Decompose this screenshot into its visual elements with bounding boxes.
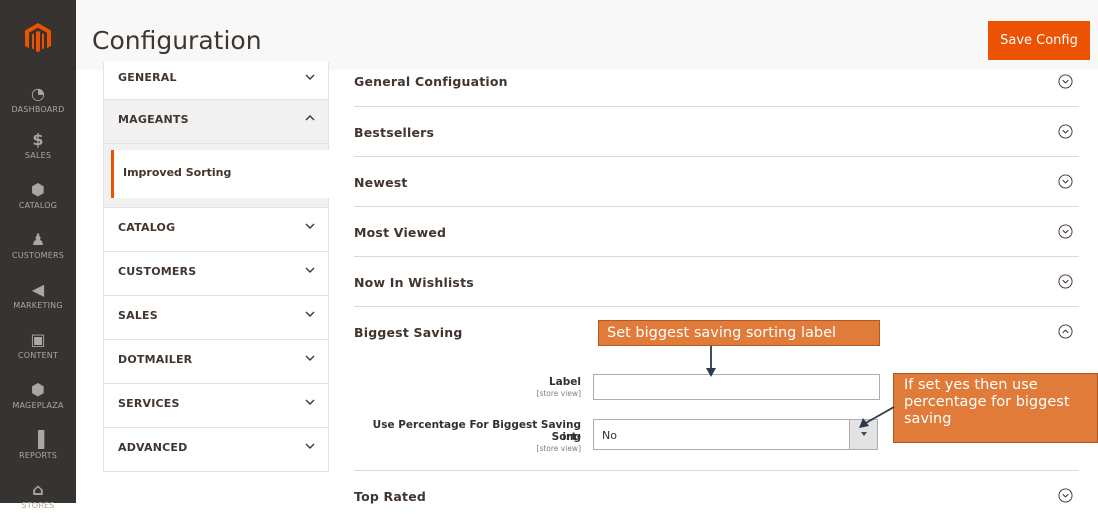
label-input[interactable] [593,374,880,400]
tab-sales[interactable]: SALES [104,296,328,340]
chevron-down-icon [305,223,315,229]
nav-sales-label: SALES [24,151,52,160]
dollar-icon: $ [32,130,44,149]
nav-marketing-label: MARKETING [13,301,63,310]
section-title: Bestsellers [354,125,435,140]
triangle-down-icon [861,432,867,436]
admin-sidebar: ◔ DASHBOARD $ SALES ⬢ CATALOG ♟ CUSTOMER… [0,0,76,510]
bar-chart-icon: ▐ [31,430,45,449]
label-field-label: Label [548,376,581,388]
collapse-circle-icon[interactable] [1058,324,1073,339]
tab-customers[interactable]: CUSTOMERS [104,252,328,296]
nav-content-label: CONTENT [17,351,59,360]
chevron-down-icon [305,399,315,405]
tab-sales-label: SALES [118,309,158,322]
percentage-callout: If set yes then use percentage for bigge… [893,373,1098,443]
nav-stores[interactable]: ⌂ STORES [0,481,76,511]
section-title: Most Viewed [354,225,447,240]
expand-circle-icon [1058,274,1073,289]
subtab-improved-sorting[interactable]: Improved Sorting [111,150,329,198]
nav-customers[interactable]: ♟ CUSTOMERS [0,231,76,261]
layout-icon: ▣ [30,330,46,349]
nav-catalog-label: CATALOG [18,201,58,210]
config-sections: General Configuation Bestsellers Newest … [354,58,1079,521]
tab-dotmailer[interactable]: DOTMAILER [104,340,328,384]
label-field-scope: [store view] [536,389,581,398]
section-most-viewed[interactable]: Most Viewed [354,207,1079,257]
section-title: Top Rated [354,489,427,504]
section-title: Newest [354,175,408,190]
section-newest[interactable]: Newest [354,157,1079,207]
nav-reports[interactable]: ▐ REPORTS [0,431,76,461]
page-title: Configuration [92,26,262,55]
section-top-rated[interactable]: Top Rated [354,471,1079,521]
nav-dashboard[interactable]: ◔ DASHBOARD [0,85,76,115]
use-percentage-label-line2: ing [562,431,581,443]
tab-customers-label: CUSTOMERS [118,265,197,278]
tab-general-label: GENERAL [118,71,177,84]
chevron-down-icon [305,355,315,361]
nav-mageplaza-label: MAGEPLAZA [12,401,64,410]
section-bestsellers[interactable]: Bestsellers [354,107,1079,157]
tab-mageants-label: MAGEANTS [118,113,189,126]
section-title: General Configuation [354,74,508,89]
config-tabs: GENERAL MAGEANTS Improved Sorting CATALO… [103,62,329,472]
megaphone-icon: ◀ [31,280,45,299]
chevron-down-icon [305,443,315,449]
dashboard-icon: ◔ [31,84,45,103]
tab-advanced-label: ADVANCED [118,441,188,454]
box-icon: ⬢ [31,180,45,199]
section-title: Now In Wishlists [354,275,474,290]
nav-content[interactable]: ▣ CONTENT [0,331,76,361]
nav-reports-label: REPORTS [18,451,58,460]
store-icon: ⌂ [32,480,44,499]
chevron-down-icon [305,311,315,317]
expand-circle-icon [1058,74,1073,89]
box-icon: ⬢ [31,380,45,399]
callout-arrow-down-icon [706,346,716,377]
subtab-improved-sorting-label: Improved Sorting [123,166,232,179]
nav-customers-label: CUSTOMERS [11,251,65,260]
tab-mageants[interactable]: MAGEANTS [104,100,328,144]
section-now-in-wishlists[interactable]: Now In Wishlists [354,257,1079,307]
nav-marketing[interactable]: ◀ MARKETING [0,281,76,311]
expand-circle-icon [1058,124,1073,139]
use-percentage-select[interactable]: No [593,419,878,450]
chevron-down-icon [305,267,315,273]
percentage-callout-line3: saving [904,411,952,427]
tab-services-label: SERVICES [118,397,180,410]
tab-catalog[interactable]: CATALOG [104,208,328,252]
tab-dotmailer-label: DOTMAILER [118,353,193,366]
mageants-subtabs: Improved Sorting [104,144,329,208]
section-title[interactable]: Biggest Saving [354,325,462,340]
nav-mageplaza[interactable]: ⬢ MAGEPLAZA [0,381,76,411]
chevron-up-icon [305,115,315,121]
expand-circle-icon [1058,174,1073,189]
chevron-down-icon [305,74,315,80]
magento-logo-icon[interactable] [23,22,53,54]
use-percentage-scope: [store view] [536,444,581,453]
expand-circle-icon [1058,488,1073,503]
expand-circle-icon [1058,224,1073,239]
percentage-callout-line1: If set yes then use [904,377,1038,393]
percentage-callout-line2: percentage for biggest [904,394,1070,410]
person-icon: ♟ [30,230,46,249]
tab-services[interactable]: SERVICES [104,384,328,428]
nav-sales[interactable]: $ SALES [0,131,76,161]
nav-catalog[interactable]: ⬢ CATALOG [0,181,76,211]
section-general-configuration[interactable]: General Configuation [354,58,1079,107]
label-callout-text: Set biggest saving sorting label [607,325,837,341]
tab-advanced[interactable]: ADVANCED [104,428,328,472]
use-percentage-value: No [602,429,617,442]
nav-dashboard-label: DASHBOARD [11,105,65,114]
tab-general[interactable]: GENERAL [104,62,328,100]
tab-catalog-label: CATALOG [118,221,176,234]
callout-arrow-left-icon [859,406,895,428]
label-callout: Set biggest saving sorting label [598,320,880,346]
save-config-button[interactable]: Save Config [988,21,1090,60]
